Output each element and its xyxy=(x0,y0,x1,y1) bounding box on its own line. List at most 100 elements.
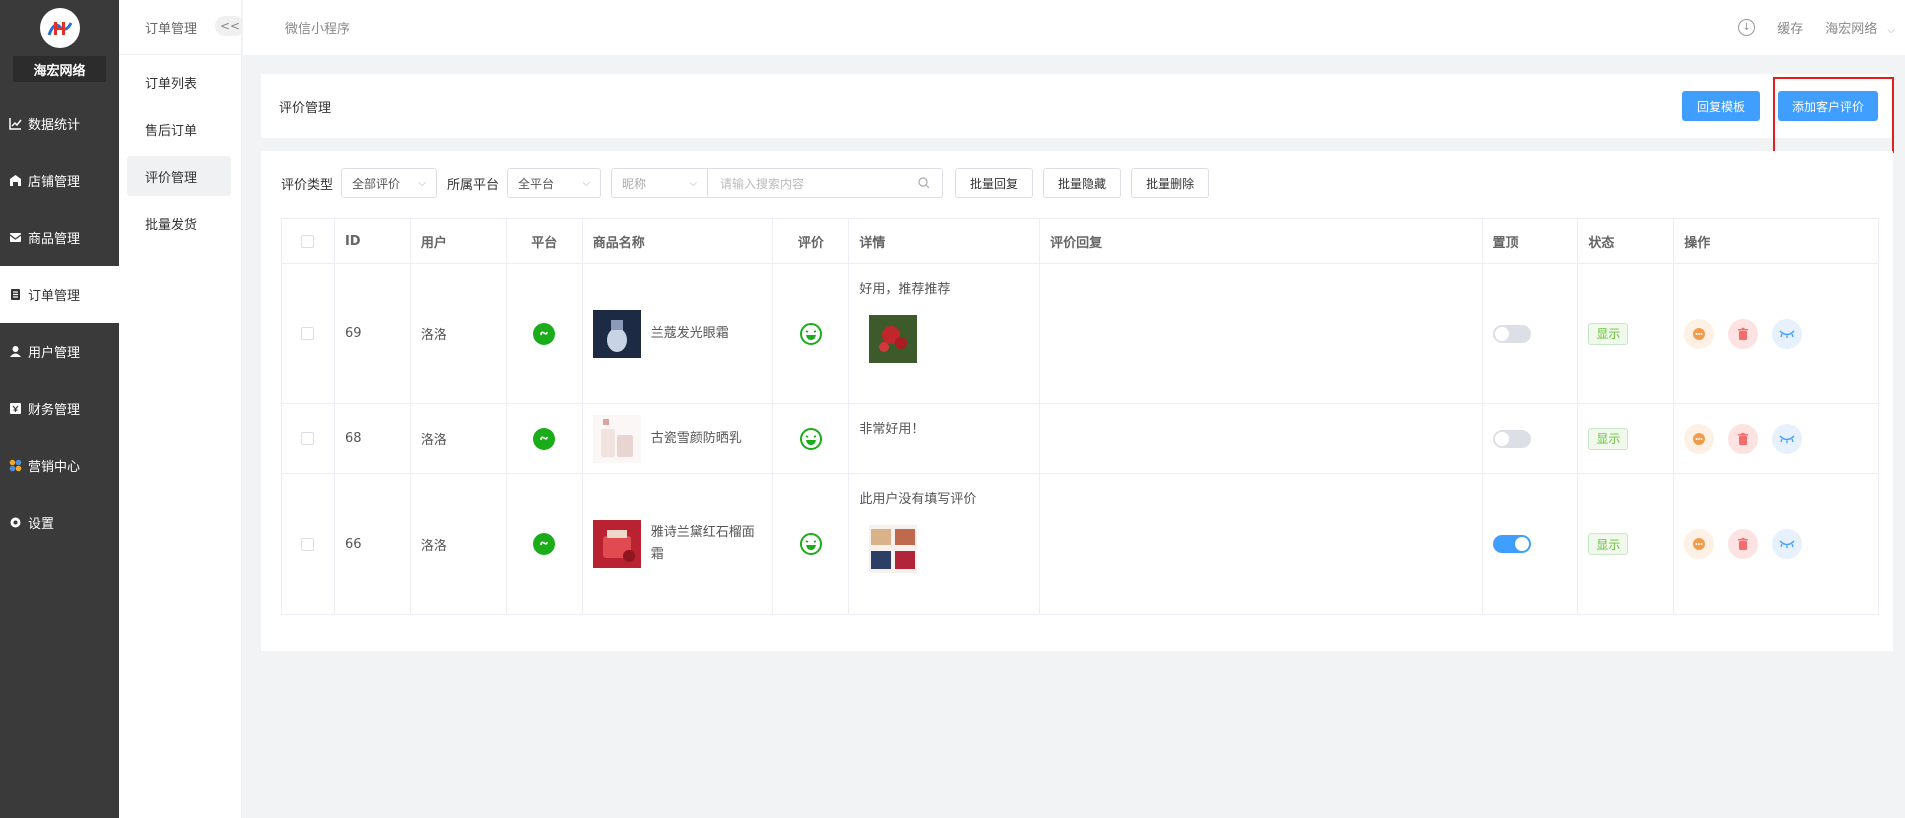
product-name: 古瓷雪颜防晒乳 xyxy=(650,430,742,446)
search-field-select[interactable]: 昵称 ⌵ xyxy=(612,169,709,197)
row-platform xyxy=(507,404,583,473)
wechat-miniprogram-icon xyxy=(533,533,556,555)
review-image[interactable] xyxy=(869,315,918,363)
sidebar-item-store[interactable]: 店铺管理 xyxy=(0,152,119,209)
chevron-down-icon: ⌵ xyxy=(418,177,427,189)
sidebar-item-label: 营销中心 xyxy=(28,460,81,475)
batch-reply-button[interactable]: 批量回复 xyxy=(955,168,1034,198)
pin-toggle[interactable] xyxy=(1492,429,1531,448)
platform-select[interactable]: 全平台 ⌵ xyxy=(507,168,602,198)
row-reply xyxy=(1040,404,1483,473)
search-group: 昵称 ⌵ 请输入搜索内容 xyxy=(611,168,944,198)
tab-wechat-miniprogram[interactable]: 微信小程序 xyxy=(285,18,350,37)
sidebar-item-products[interactable]: 商品管理 xyxy=(0,209,119,266)
submenu-item-batch-ship[interactable]: 批量发货 xyxy=(127,203,231,243)
delete-icon[interactable] xyxy=(1728,529,1759,559)
brand-logo[interactable] xyxy=(39,8,80,48)
product-image xyxy=(592,309,641,358)
row-rating xyxy=(773,264,850,403)
header-ops: 操作 xyxy=(1684,235,1711,251)
review-image[interactable] xyxy=(869,525,918,573)
product-image xyxy=(592,520,641,568)
wechat-miniprogram-icon xyxy=(533,427,556,450)
search-input[interactable]: 请输入搜索内容 xyxy=(708,169,942,197)
row-top xyxy=(1483,404,1579,473)
sidebar-item-orders[interactable]: 订单管理 xyxy=(0,266,119,323)
sidebar-item-settings[interactable]: 设置 xyxy=(0,494,119,551)
row-checkbox[interactable] xyxy=(301,432,315,445)
hide-eye-icon[interactable] xyxy=(1772,529,1803,559)
row-checkbox-cell xyxy=(282,474,335,614)
status-badge: 显示 xyxy=(1588,533,1629,555)
table-row: 66 洛洛 雅诗兰黛红石榴面霜 此用户没有填写评价 显示 xyxy=(282,474,1878,614)
chart-icon xyxy=(8,117,22,131)
table-row: 69 洛洛 兰蔻发光眼霜 好用，推荐推荐 显示 xyxy=(282,264,1878,404)
highlight-annotation-box xyxy=(1773,77,1894,153)
collapse-button[interactable]: << xyxy=(215,16,245,36)
review-text: 此用户没有填写评价 xyxy=(859,492,977,507)
row-ops xyxy=(1674,474,1878,614)
header-platform: 平台 xyxy=(507,219,583,263)
user-icon xyxy=(8,345,22,359)
row-ops xyxy=(1674,264,1878,403)
hide-eye-icon[interactable] xyxy=(1772,318,1803,349)
row-user: 洛洛 xyxy=(411,404,507,473)
chevron-down-icon: ⌵ xyxy=(689,177,698,189)
submenu-item-reviews[interactable]: 评价管理 xyxy=(127,156,231,196)
cache-button[interactable]: 缓存 xyxy=(1777,18,1803,37)
submenu: 订单管理 << 订单列表 售后订单 评价管理 批量发货 xyxy=(119,0,245,818)
chevron-down-icon: ⌵ xyxy=(1887,25,1895,36)
header-product: 商品名称 xyxy=(583,219,774,263)
row-reply xyxy=(1040,474,1483,614)
user-menu[interactable]: 海宏网络 ⌵ xyxy=(1825,18,1895,37)
review-type-select[interactable]: 全部评价 ⌵ xyxy=(341,168,438,198)
row-detail: 非常好用！ xyxy=(849,404,1041,473)
review-text: 好用，推荐推荐 xyxy=(859,282,951,297)
header-checkbox-cell xyxy=(282,219,335,263)
order-icon xyxy=(8,288,22,302)
sidebar-item-finance[interactable]: 财务管理 xyxy=(0,380,119,437)
batch-delete-button[interactable]: 批量删除 xyxy=(1131,168,1210,198)
submenu-item-aftersale[interactable]: 售后订单 xyxy=(127,109,231,149)
row-checkbox-cell xyxy=(282,404,335,473)
sidebar-item-label: 订单管理 xyxy=(28,289,81,304)
reply-icon[interactable] xyxy=(1684,318,1715,349)
header-reply: 评价回复 xyxy=(1040,219,1483,263)
row-status: 显示 xyxy=(1578,474,1675,614)
top-right-actions: ↓ 缓存 海宏网络 ⌵ xyxy=(1738,18,1905,37)
table-row: 68 洛洛 古瓷雪颜防晒乳 非常好用！ 显示 xyxy=(282,404,1878,474)
reply-icon[interactable] xyxy=(1684,423,1715,454)
happy-face-icon xyxy=(799,427,822,450)
page-title: 评价管理 xyxy=(279,100,332,116)
row-id: 69 xyxy=(335,264,411,403)
reply-icon[interactable] xyxy=(1684,529,1715,559)
download-icon[interactable]: ↓ xyxy=(1738,19,1756,36)
select-all-checkbox[interactable] xyxy=(301,234,315,248)
header-id: ID xyxy=(335,219,411,263)
pin-toggle[interactable] xyxy=(1492,535,1531,553)
batch-hide-button[interactable]: 批量隐藏 xyxy=(1043,168,1122,198)
wechat-miniprogram-icon xyxy=(533,322,556,345)
row-status: 显示 xyxy=(1578,404,1675,473)
sidebar-item-stats[interactable]: 数据统计 xyxy=(0,95,119,152)
submenu-item-order-list[interactable]: 订单列表 xyxy=(127,62,231,102)
finance-icon xyxy=(8,402,22,416)
row-ops xyxy=(1674,404,1878,473)
reply-template-button[interactable]: 回复模板 xyxy=(1682,91,1760,121)
row-checkbox-cell xyxy=(282,264,335,403)
table-header: ID 用户 平台 商品名称 评价 详情 评价回复 置顶 状态 操作 xyxy=(282,219,1878,264)
row-checkbox[interactable] xyxy=(301,537,315,551)
sidebar-item-marketing[interactable]: 营销中心 xyxy=(0,437,119,494)
search-icon[interactable] xyxy=(918,177,930,189)
hide-eye-icon[interactable] xyxy=(1772,423,1803,454)
sidebar-item-label: 用户管理 xyxy=(28,346,81,361)
delete-icon[interactable] xyxy=(1728,423,1759,454)
review-text: 非常好用！ xyxy=(859,422,925,437)
row-checkbox[interactable] xyxy=(301,327,315,340)
row-id: 66 xyxy=(335,474,411,614)
sidebar-item-users[interactable]: 用户管理 xyxy=(0,323,119,380)
pin-toggle[interactable] xyxy=(1492,324,1531,343)
header-rating: 评价 xyxy=(773,219,850,263)
chevron-down-icon: ⌵ xyxy=(582,177,591,189)
delete-icon[interactable] xyxy=(1728,318,1759,349)
